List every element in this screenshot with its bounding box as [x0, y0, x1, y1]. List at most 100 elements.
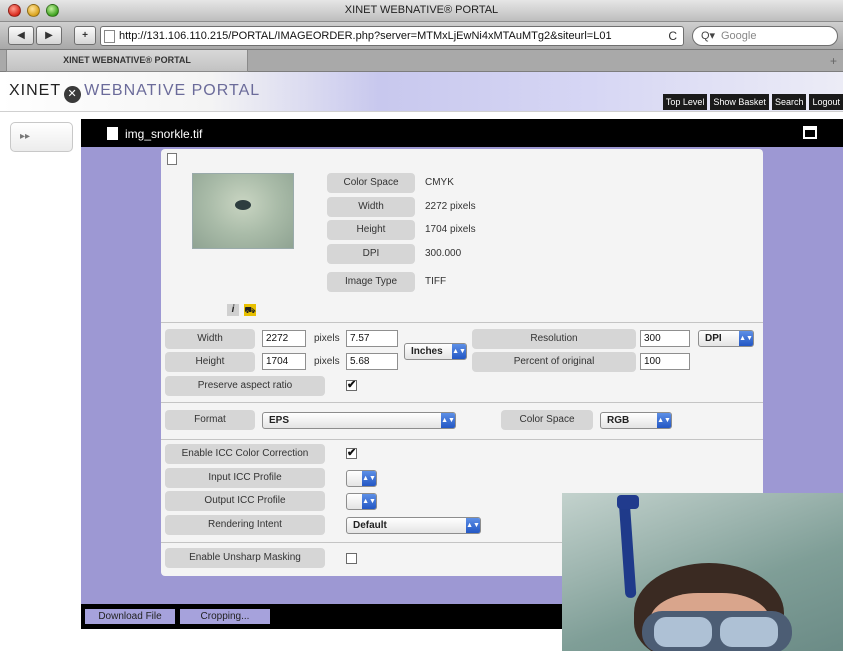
rendering-intent-select[interactable]: Default ▲▼: [346, 517, 481, 534]
format-select-value: EPS: [269, 415, 290, 426]
file-icon: [107, 127, 118, 140]
divider: [161, 322, 763, 323]
cropping-button[interactable]: Cropping...: [180, 609, 270, 624]
divider: [161, 439, 763, 440]
unsharp-label: Enable Unsharp Masking: [165, 548, 325, 568]
divider: [161, 402, 763, 403]
file-name: img_snorkle.tif: [125, 127, 203, 141]
mask-lens-left: [654, 617, 712, 647]
height-label: Height: [165, 352, 255, 372]
percent-input[interactable]: 100: [640, 353, 690, 370]
snorkel-shape: [618, 497, 637, 599]
nav-search[interactable]: Search: [771, 94, 807, 110]
color-space-label: Color Space: [501, 410, 593, 430]
nav-logout[interactable]: Logout: [809, 94, 843, 110]
download-file-button[interactable]: Download File: [85, 609, 175, 624]
preserve-aspect-checkbox[interactable]: ✔: [346, 380, 357, 391]
info-value-height: 1704 pixels: [425, 224, 476, 235]
image-thumbnail[interactable]: [192, 173, 294, 249]
width-units-input[interactable]: 7.57: [346, 330, 398, 347]
url-text[interactable]: http://131.106.110.215/PORTAL/IMAGEORDER…: [119, 30, 659, 42]
width-label: Width: [165, 329, 255, 349]
select-arrows-icon: ▲▼: [739, 331, 753, 346]
select-arrows-icon: ▲▼: [452, 344, 466, 359]
select-arrows-icon: ▲▼: [362, 494, 376, 509]
select-arrows-icon: ▲▼: [362, 471, 376, 486]
input-icc-select[interactable]: ▲▼: [346, 470, 377, 487]
resolution-label: Resolution: [472, 329, 636, 349]
info-value-image-type: TIFF: [425, 276, 447, 287]
format-label: Format: [165, 410, 255, 430]
select-arrows-icon: ▲▼: [466, 518, 480, 533]
search-icon: Q▾: [701, 30, 716, 42]
logo-xinet-text: XINET: [9, 82, 62, 99]
enable-icc-label: Enable ICC Color Correction: [165, 444, 325, 464]
resolution-input[interactable]: 300: [640, 330, 690, 347]
search-placeholder: Google: [721, 30, 757, 42]
units-select[interactable]: Inches ▲▼: [404, 343, 467, 360]
page-icon: [104, 30, 115, 43]
back-button[interactable]: ◀: [8, 26, 34, 45]
format-select[interactable]: EPS ▲▼: [262, 412, 456, 429]
select-arrows-icon: ▲▼: [657, 413, 671, 428]
thumbnail-subject: [235, 200, 251, 210]
info-value-width: 2272 pixels: [425, 201, 476, 212]
logo-mark-icon: ✕: [64, 86, 82, 103]
info-label-color-space: Color Space: [327, 173, 415, 193]
info-label-width: Width: [327, 197, 415, 217]
forward-arrow-icon: ▶: [45, 30, 53, 41]
portal-header: XINET ✕ WEBNATIVE PORTAL Top Level Show Ba…: [0, 72, 843, 112]
back-arrow-icon: ◀: [17, 30, 25, 41]
width-pixels-input[interactable]: 2272: [262, 330, 306, 347]
resolution-unit-value: DPI: [705, 333, 722, 344]
color-space-select[interactable]: RGB ▲▼: [600, 412, 672, 429]
reload-icon[interactable]: C: [668, 29, 677, 43]
search-field[interactable]: Q▾ Google: [692, 26, 838, 46]
cart-icon[interactable]: ⛟: [244, 304, 256, 316]
sidebar-toggle-button[interactable]: ▸▸: [10, 122, 73, 152]
height-units-input[interactable]: 5.68: [346, 353, 398, 370]
add-bookmark-button[interactable]: +: [74, 26, 96, 45]
unsharp-checkbox[interactable]: [346, 553, 357, 564]
calendar-icon[interactable]: [803, 126, 817, 139]
nav-top-level[interactable]: Top Level: [662, 94, 708, 110]
height-pixels-input[interactable]: 1704: [262, 353, 306, 370]
info-label-height: Height: [327, 220, 415, 240]
output-icc-label: Output ICC Profile: [165, 491, 325, 511]
output-icc-select[interactable]: ▲▼: [346, 493, 377, 510]
snorkel-top-shape: [617, 495, 639, 509]
enable-icc-checkbox[interactable]: ✔: [346, 448, 357, 459]
tab-portal[interactable]: XINET WEBNATIVE® PORTAL: [6, 50, 248, 72]
color-space-select-value: RGB: [607, 415, 630, 426]
input-icc-label: Input ICC Profile: [165, 468, 325, 488]
window-title: XINET WEBNATIVE® PORTAL: [344, 4, 499, 16]
select-arrows-icon: ▲▼: [441, 413, 455, 428]
units-select-value: Inches: [411, 346, 443, 357]
resolution-unit-select[interactable]: DPI ▲▼: [698, 330, 754, 347]
rendering-intent-label: Rendering Intent: [165, 515, 325, 535]
percent-label: Percent of original: [472, 352, 636, 372]
panel-titlebar: img_snorkle.tif: [81, 119, 843, 147]
image-preview-photo: [562, 493, 843, 651]
info-icon[interactable]: i: [227, 304, 239, 316]
info-label-dpi: DPI: [327, 244, 415, 264]
info-value-color-space: CMYK: [425, 177, 454, 188]
document-icon: [167, 153, 177, 165]
tab-strip: XINET WEBNATIVE® PORTAL +: [0, 50, 843, 72]
info-value-dpi: 300.000: [425, 248, 462, 259]
height-pixels-unit: pixels: [314, 356, 340, 367]
address-bar[interactable]: http://131.106.110.215/PORTAL/IMAGEORDER…: [100, 26, 684, 46]
forward-button[interactable]: ▶: [36, 26, 62, 45]
rendering-intent-value: Default: [353, 520, 387, 531]
portal-logo[interactable]: XINET ✕ WEBNATIVE PORTAL: [9, 82, 260, 103]
mask-lens-right: [720, 617, 778, 647]
plus-icon: +: [82, 30, 88, 41]
width-pixels-unit: pixels: [314, 333, 340, 344]
new-tab-icon[interactable]: +: [830, 54, 837, 68]
preserve-aspect-label: Preserve aspect ratio: [165, 376, 325, 396]
nav-show-basket[interactable]: Show Basket: [710, 94, 769, 110]
browser-toolbar: ◀ ▶ + http://131.106.110.215/PORTAL/IMAG…: [0, 22, 843, 50]
expand-sidebar-icon: ▸▸: [20, 131, 31, 142]
window-titlebar: XINET WEBNATIVE® PORTAL: [0, 0, 843, 22]
logo-webnative-text: WEBNATIVE PORTAL: [84, 82, 261, 99]
